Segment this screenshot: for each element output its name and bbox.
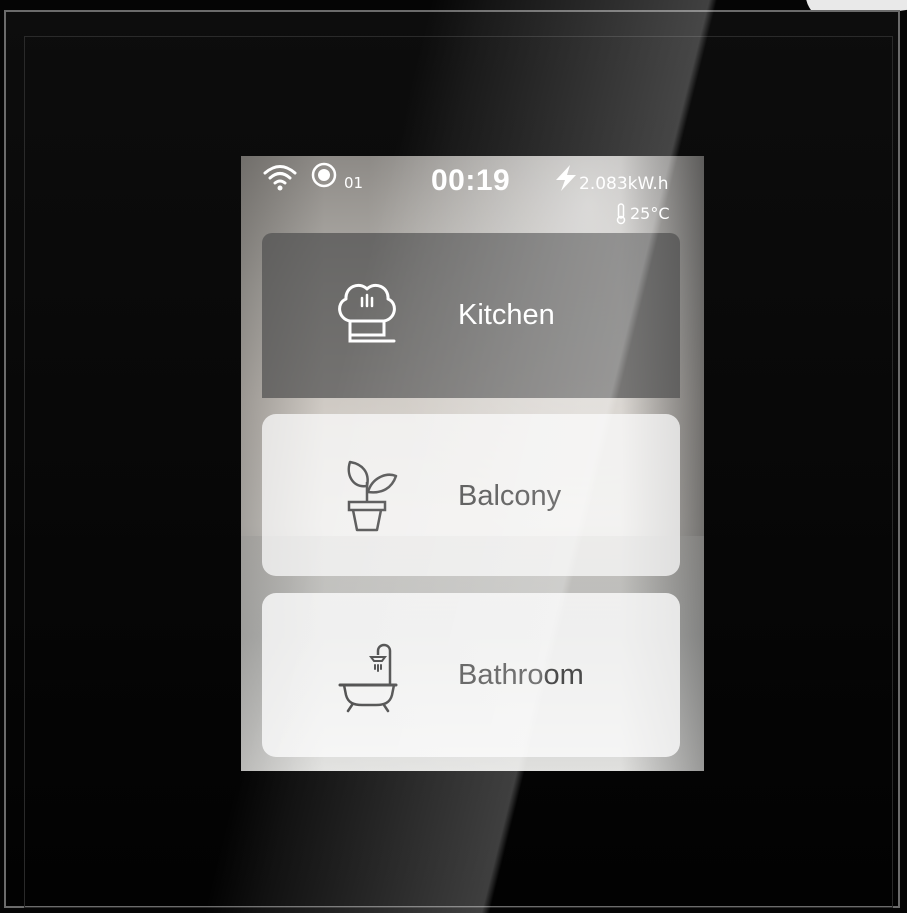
room-label-bathroom: Bathroom	[458, 659, 584, 691]
temperature-reading: 25°C	[630, 204, 670, 223]
touch-screen: 01 00:19 2.083kW.h 25°C Kitchen Balcony …	[241, 156, 704, 771]
potted-plant-icon	[347, 460, 398, 532]
smart-switch-panel: 01 00:19 2.083kW.h 25°C Kitchen Balcony …	[0, 0, 907, 913]
room-button-bathroom[interactable]: Bathroom	[262, 593, 680, 757]
room-label-balcony: Balcony	[458, 480, 562, 512]
energy-reading: 2.083kW.h	[579, 174, 669, 194]
room-button-kitchen[interactable]: Kitchen	[262, 233, 680, 398]
bathtub-icon	[338, 643, 398, 713]
wifi-icon	[263, 165, 297, 191]
record-icon	[311, 162, 337, 188]
room-button-balcony[interactable]: Balcony	[262, 414, 680, 576]
status-bar: 01 00:19 2.083kW.h 25°C	[241, 156, 704, 236]
clock-time: 00:19	[431, 164, 511, 197]
channel-number: 01	[344, 174, 364, 192]
lightning-icon	[556, 165, 576, 191]
thermometer-icon	[616, 203, 626, 225]
chef-hat-icon	[338, 283, 396, 343]
room-label-kitchen: Kitchen	[458, 299, 555, 331]
